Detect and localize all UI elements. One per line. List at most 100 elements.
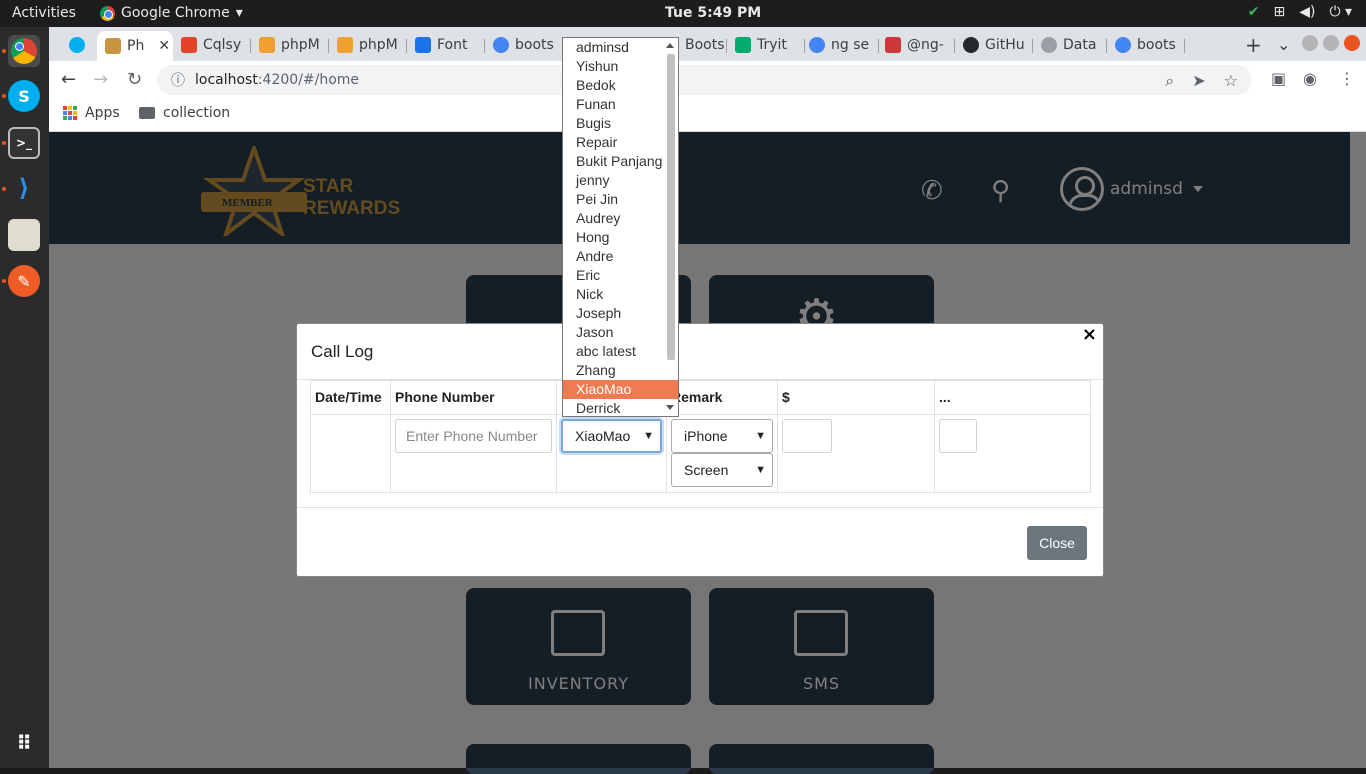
app-menu[interactable]: Google Chrome ▾ — [100, 5, 243, 21]
close-icon[interactable]: × — [1082, 324, 1097, 345]
close-window-icon[interactable] — [1344, 35, 1360, 51]
bookmark-star-icon[interactable]: ☆ — [1224, 71, 1238, 91]
issue-select-value: Screen — [684, 462, 729, 478]
apps-grid-icon — [63, 106, 77, 120]
side-panel-icon[interactable]: ▣ — [1271, 69, 1286, 88]
kebab-menu-icon[interactable]: ⋮ — [1339, 69, 1355, 88]
tab[interactable]: Boots — [677, 31, 727, 59]
chrome-menu-icon[interactable] — [65, 31, 99, 59]
dropdown-option[interactable]: Hong — [563, 228, 678, 247]
tab-label: boots — [1137, 37, 1176, 53]
tab[interactable]: Tryit — [727, 31, 805, 59]
bookmarks-bar: Apps collection — [49, 98, 1366, 132]
dropdown-option[interactable]: XiaoMao — [563, 380, 678, 399]
tab[interactable]: Font — [407, 31, 485, 59]
dropdown-option[interactable]: Andre — [563, 247, 678, 266]
app-menu-label: Google Chrome — [121, 5, 230, 21]
dropdown-option[interactable]: Pei Jin — [563, 190, 678, 209]
staff-select-value: XiaoMao — [575, 428, 631, 444]
tab[interactable]: Cqlsy — [173, 31, 251, 59]
cell-remark: iPhone ▼ Screen ▼ — [666, 414, 778, 493]
staff-dropdown-list[interactable]: adminsd Yishun Bedok Funan Bugis Repair Bukit … — [562, 37, 679, 417]
dropdown-option[interactable]: Nick — [563, 285, 678, 304]
tab[interactable]: ng se — [801, 31, 879, 59]
tab-label: @ng- — [907, 37, 944, 53]
tab[interactable]: Data — [1033, 31, 1107, 59]
tab[interactable]: GitHu — [955, 31, 1033, 59]
minimize-icon[interactable] — [1302, 35, 1318, 51]
col-remark: Remark — [666, 380, 778, 415]
bookmark-apps[interactable]: Apps — [63, 105, 120, 121]
dropdown-option[interactable]: Funan — [563, 95, 678, 114]
extra-input[interactable] — [939, 419, 977, 453]
tab[interactable]: boots — [485, 31, 563, 59]
dock-files[interactable] — [8, 219, 40, 251]
dropdown-option[interactable]: Repair — [563, 133, 678, 152]
tab-label: Data — [1063, 37, 1097, 53]
tab-active[interactable]: Ph ✕ — [97, 31, 173, 61]
forward-arrow-icon[interactable]: → — [93, 69, 108, 90]
dropdown-option[interactable]: Joseph — [563, 304, 678, 323]
address-bar[interactable]: ⓘ localhost:4200/#/home ⌕ ➤ ☆ — [157, 65, 1252, 95]
zoom-icon[interactable]: ⌕ — [1165, 71, 1174, 91]
dropdown-option[interactable]: abc latest — [563, 342, 678, 361]
dock-skype[interactable]: S — [8, 80, 40, 112]
cell-more — [934, 414, 1091, 493]
issue-select[interactable]: Screen ▼ — [671, 453, 773, 487]
dropdown-option[interactable]: Bugis — [563, 114, 678, 133]
new-tab-plus-icon[interactable]: + — [1245, 33, 1262, 57]
dropdown-option[interactable]: jenny — [563, 171, 678, 190]
profile-icon[interactable]: ◉ — [1303, 69, 1317, 88]
close-icon[interactable]: ✕ — [158, 38, 170, 54]
tab-search-chevron-icon[interactable]: ⌄ — [1277, 35, 1290, 54]
col-more: ... — [934, 380, 1091, 415]
send-icon[interactable]: ➤ — [1192, 71, 1205, 91]
tab[interactable]: boots — [1107, 31, 1185, 59]
dropdown-option[interactable]: Yishun — [563, 57, 678, 76]
scroll-up-arrow-icon[interactable] — [666, 43, 674, 48]
close-button[interactable]: Close — [1027, 526, 1087, 560]
volume-icon: ◀) — [1299, 4, 1316, 20]
activities-button[interactable]: Activities — [12, 5, 76, 21]
dropdown-scrollbar[interactable] — [666, 40, 676, 414]
bookmark-collection[interactable]: collection — [139, 105, 230, 121]
url-path: :4200/#/home — [257, 72, 360, 88]
staff-select[interactable]: XiaoMao ▼ — [561, 419, 662, 453]
dropdown-option[interactable]: Jason — [563, 323, 678, 342]
dropdown-option[interactable]: Derrick — [563, 399, 678, 416]
tab-label: Cqlsy — [203, 37, 242, 53]
phpmyadmin-icon — [337, 37, 353, 53]
dock-vscode[interactable]: ⟩ — [8, 172, 40, 204]
dock-running-indicator — [2, 187, 6, 191]
scrollbar-thumb[interactable] — [667, 54, 675, 360]
dock-terminal[interactable]: >_ — [8, 127, 40, 159]
dock-postman[interactable]: ✎ — [8, 265, 40, 297]
maximize-icon[interactable] — [1323, 35, 1339, 51]
dropdown-option[interactable]: Eric — [563, 266, 678, 285]
scroll-down-arrow-icon[interactable] — [666, 405, 674, 410]
tab-label: phpM — [359, 37, 398, 53]
col-amount: $ — [777, 380, 935, 415]
amount-input[interactable] — [782, 419, 832, 453]
show-apps-grid-icon[interactable]: ⠿ — [8, 727, 40, 759]
tab[interactable]: @ng- — [877, 31, 955, 59]
tab[interactable]: phpM — [329, 31, 407, 59]
device-select[interactable]: iPhone ▼ — [671, 419, 773, 453]
dropdown-option[interactable]: Bukit Panjang — [563, 152, 678, 171]
info-icon[interactable]: ⓘ — [171, 70, 185, 90]
dropdown-option[interactable]: adminsd — [563, 38, 678, 57]
tab[interactable]: phpM — [251, 31, 329, 59]
dock-chrome[interactable] — [8, 35, 40, 67]
dropdown-option[interactable]: Audrey — [563, 209, 678, 228]
cell-amount — [777, 414, 935, 493]
call-log-modal: Call Log × Date/Time Phone Number Remark… — [296, 323, 1104, 577]
phone-number-input[interactable]: Enter Phone Number — [395, 419, 552, 453]
back-arrow-icon[interactable]: ← — [61, 69, 76, 90]
clock[interactable]: Tue 5:49 PM — [665, 5, 761, 21]
reload-icon[interactable]: ↻ — [127, 69, 142, 90]
dropdown-option[interactable]: Zhang — [563, 361, 678, 380]
system-tray[interactable]: ✔ ⊞ ◀) ⏻ ▾ — [1248, 4, 1352, 20]
dropdown-option[interactable]: Bedok — [563, 76, 678, 95]
tab-label: Ph — [127, 38, 145, 54]
tab-label: Font — [437, 37, 468, 53]
